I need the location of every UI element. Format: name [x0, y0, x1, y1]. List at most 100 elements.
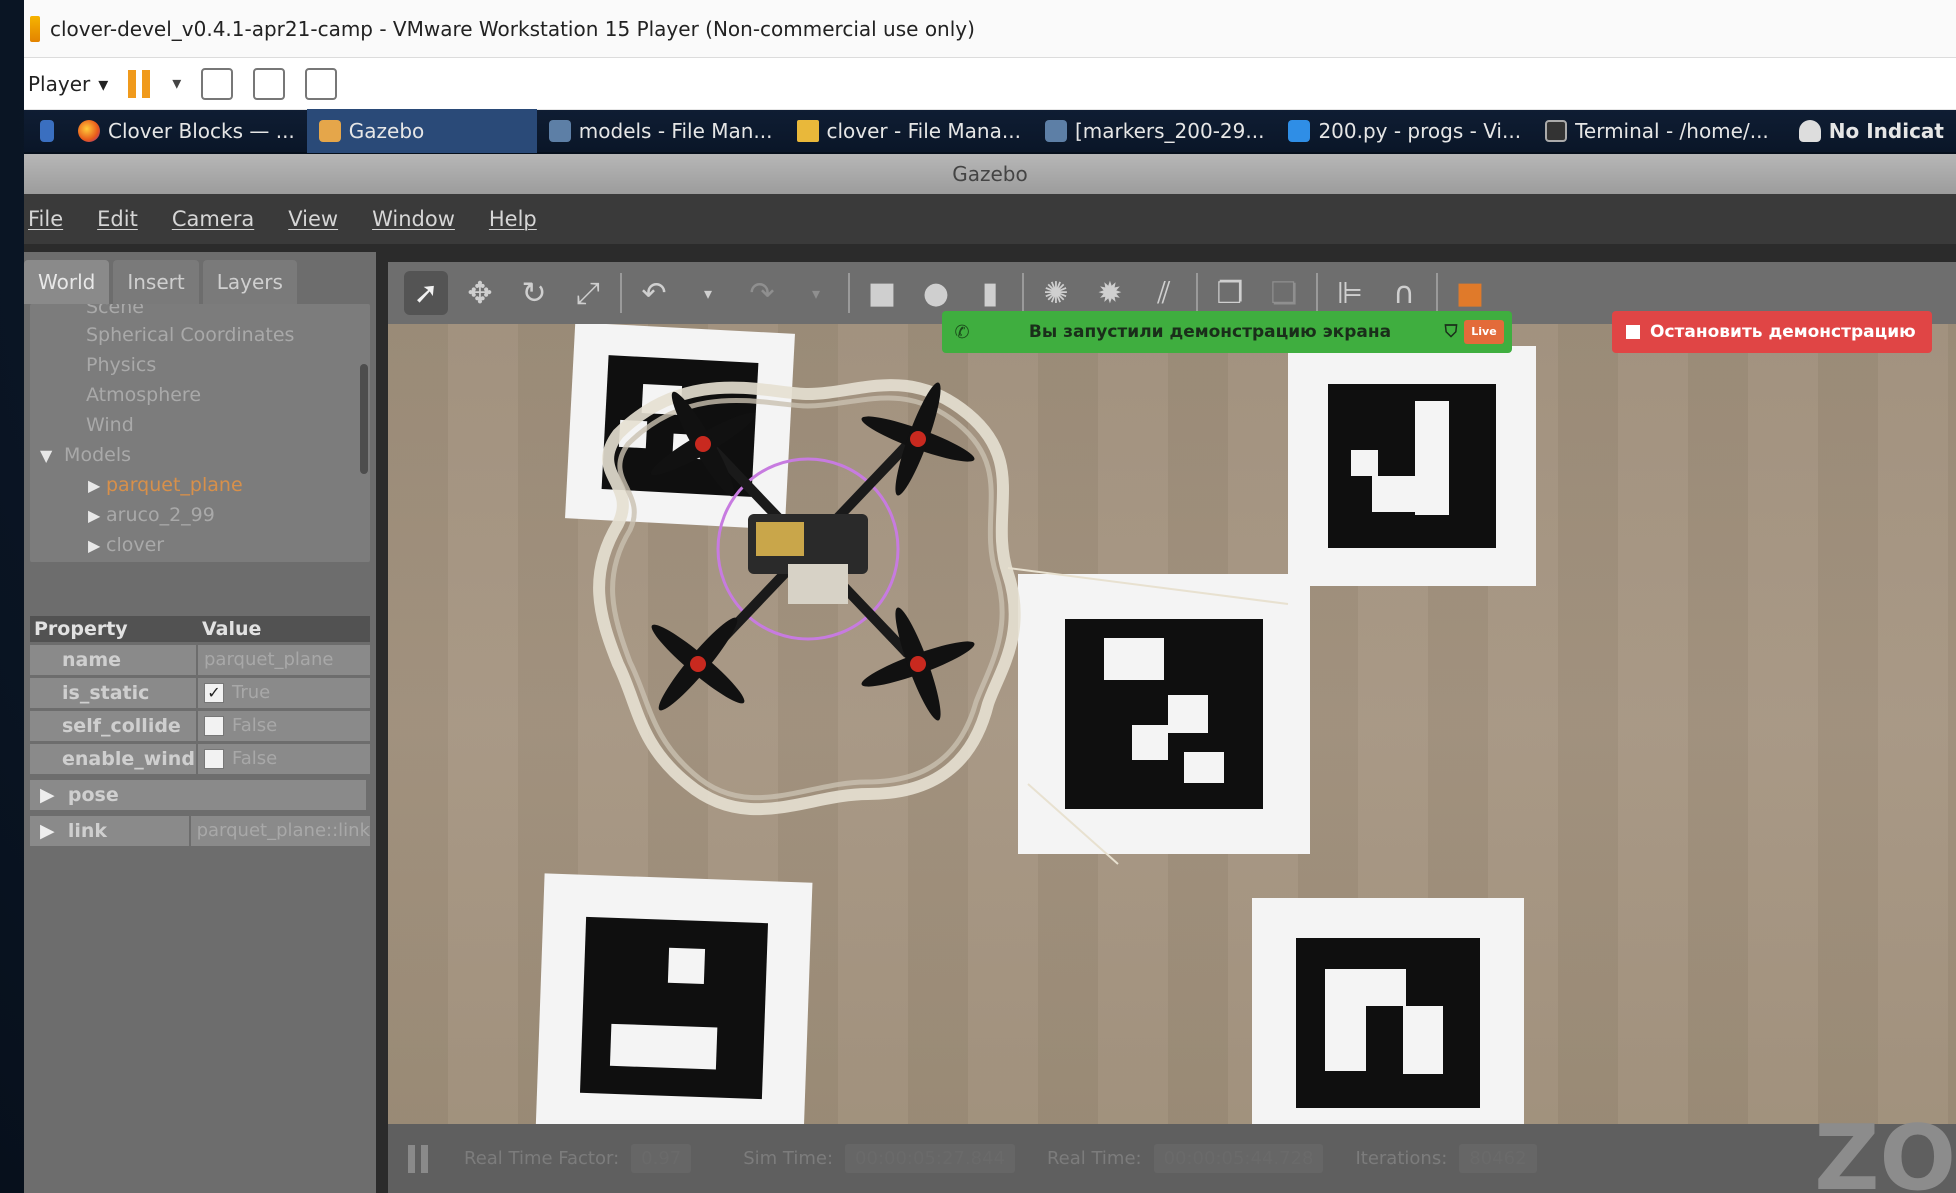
property-row-name[interactable]: name parquet_plane: [30, 645, 370, 675]
toolbar-separator: [1316, 273, 1318, 313]
bell-icon: [1798, 120, 1821, 142]
change-view-icon[interactable]: ■: [1448, 271, 1492, 315]
expand-right-icon: ▶: [88, 476, 101, 495]
player-menu-button[interactable]: Player ▾: [28, 72, 108, 96]
vmware-title-bar: clover-devel_v0.4.1-apr21-camp - VMware …: [24, 0, 1956, 58]
tree-item-aruco-2-99[interactable]: ▶ aruco_2_99: [88, 500, 215, 530]
copy-icon[interactable]: ❐: [1208, 271, 1252, 315]
spot-light-icon[interactable]: ✹: [1088, 271, 1132, 315]
toolbar-separator: [620, 273, 622, 313]
3d-viewport[interactable]: ➚ ✥ ↻ ⤢ ↶ ▾ ↷ ▾ ■ ● ▮ ✺ ✹ ⫽ ❐ ❏ ⊫ ∩ ■ Re…: [388, 262, 1956, 1193]
box-shape-icon[interactable]: ■: [860, 271, 904, 315]
translate-mode-icon[interactable]: ✥: [458, 271, 502, 315]
simulation-scene[interactable]: [388, 324, 1956, 1124]
value-column-header: Value: [202, 618, 262, 640]
property-row-link[interactable]: ▶ link parquet_plane::link: [30, 816, 370, 846]
taskbar-item-models[interactable]: models - File Man...: [537, 109, 785, 153]
tab-world[interactable]: World: [24, 260, 110, 304]
property-row-enable-wind[interactable]: enable_wind False: [30, 744, 370, 774]
tree-item-aruco-200[interactable]: ▼aruco_200: [82, 558, 199, 562]
scale-mode-icon[interactable]: ⤢: [566, 271, 610, 315]
taskbar-item-clover-blocks[interactable]: Clover Blocks — ...: [66, 109, 307, 153]
select-mode-icon[interactable]: ➚: [404, 271, 448, 315]
tree-item-wind[interactable]: Wind: [86, 410, 134, 440]
align-icon[interactable]: ⊫: [1328, 271, 1372, 315]
property-value: False: [198, 744, 370, 774]
checkbox-checked[interactable]: ✓: [204, 683, 224, 703]
gazebo-title: Gazebo: [952, 162, 1028, 186]
left-panel: World Insert Layers Scene Spherical Coor…: [24, 252, 376, 1193]
start-menu-button[interactable]: [28, 109, 66, 153]
taskbar-item-markers[interactable]: [markers_200-29...: [1033, 109, 1277, 153]
tree-item-physics[interactable]: Physics: [86, 350, 156, 380]
watermark-logo: ZO: [1814, 1106, 1956, 1193]
pause-vm-button[interactable]: [128, 69, 152, 98]
property-key: ▶ pose: [30, 780, 366, 810]
stop-share-button[interactable]: Остановить демонстрацию: [1612, 311, 1932, 353]
property-row-is-static[interactable]: is_static ✓ True: [30, 678, 370, 708]
checkbox-unchecked[interactable]: [204, 749, 224, 769]
snap-icon[interactable]: ∩: [1382, 271, 1426, 315]
taskbar-item-gazebo[interactable]: Gazebo: [306, 109, 537, 153]
sim-time-label: Sim Time:: [743, 1148, 834, 1169]
menu-window[interactable]: Window: [372, 207, 455, 231]
toolbar-separator: [1436, 273, 1438, 313]
menu-camera[interactable]: Camera: [172, 207, 254, 231]
property-row-pose[interactable]: ▶ pose: [30, 780, 370, 810]
real-time-value: 00:00:05:44.728: [1153, 1144, 1324, 1173]
vmware-logo-icon: [30, 15, 40, 42]
drone-board: [788, 564, 848, 604]
point-light-icon[interactable]: ✺: [1034, 271, 1078, 315]
tree-item-spherical-coordinates[interactable]: Spherical Coordinates: [86, 320, 294, 350]
send-ctrl-alt-del-icon[interactable]: [201, 67, 234, 100]
unity-mode-icon[interactable]: [305, 67, 338, 100]
chevron-down-icon: ▾: [98, 71, 109, 96]
tree-item-models[interactable]: ▼ Models: [40, 440, 131, 470]
taskbar-item-clover-files[interactable]: clover - File Mana...: [785, 109, 1033, 153]
live-badge: Live: [1464, 320, 1504, 344]
paste-icon[interactable]: ❏: [1262, 271, 1306, 315]
tab-layers[interactable]: Layers: [202, 260, 297, 304]
toolbar-separator: [1196, 273, 1198, 313]
tree-item-clover[interactable]: ▶ clover: [88, 530, 164, 560]
expand-down-icon: ▼: [40, 446, 53, 465]
pause-simulation-button[interactable]: [408, 1144, 432, 1173]
tree-scrollbar[interactable]: [360, 364, 368, 474]
firefox-icon: [78, 120, 100, 142]
cylinder-shape-icon[interactable]: ▮: [968, 271, 1012, 315]
taskbar-item-vscode[interactable]: 200.py - progs - Vi...: [1276, 109, 1533, 153]
expand-right-icon: ▶: [88, 506, 101, 525]
real-time-label: Real Time:: [1046, 1148, 1142, 1169]
menu-help[interactable]: Help: [489, 207, 537, 231]
screen: clover-devel_v0.4.1-apr21-camp - VMware …: [0, 0, 1956, 1193]
notifications-indicator[interactable]: No Indicat: [1787, 109, 1956, 153]
taskbar-item-terminal[interactable]: Terminal - /home/...: [1533, 109, 1781, 153]
property-row-self-collide[interactable]: self_collide False: [30, 711, 370, 741]
property-value: False: [198, 711, 370, 741]
undo-icon[interactable]: ↶: [632, 271, 676, 315]
property-key: name: [30, 645, 196, 675]
tab-insert[interactable]: Insert: [113, 260, 199, 304]
chevron-down-icon[interactable]: ▾: [172, 73, 181, 94]
sphere-shape-icon[interactable]: ●: [914, 271, 958, 315]
undo-history-chevron-icon[interactable]: ▾: [686, 271, 730, 315]
property-key: ▶ link: [30, 816, 189, 846]
redo-icon[interactable]: ↷: [740, 271, 784, 315]
tree-item-parquet-plane[interactable]: ▶ parquet_plane: [88, 470, 243, 500]
camera-ray: [1007, 567, 1289, 605]
property-value: ✓ True: [198, 678, 370, 708]
directional-light-icon[interactable]: ⫽: [1142, 271, 1186, 315]
clover-drone[interactable]: [388, 324, 1956, 1124]
menu-bar: File Edit Camera View Window Help: [24, 194, 1956, 244]
menu-file[interactable]: File: [28, 207, 63, 231]
rotate-mode-icon[interactable]: ↻: [512, 271, 556, 315]
fit-guest-icon[interactable]: [253, 67, 286, 100]
menu-edit[interactable]: Edit: [97, 207, 138, 231]
screen-share-banner: ✆ Вы запустили демонстрацию экрана ⛉ Liv…: [942, 311, 1512, 353]
redo-history-chevron-icon[interactable]: ▾: [794, 271, 838, 315]
sim-time-value: 00:00:05:27.844: [845, 1144, 1015, 1173]
tree-item-atmosphere[interactable]: Atmosphere: [86, 380, 201, 410]
menu-view[interactable]: View: [288, 207, 338, 231]
iterations-label: Iterations:: [1355, 1148, 1448, 1169]
checkbox-unchecked[interactable]: [204, 716, 224, 736]
